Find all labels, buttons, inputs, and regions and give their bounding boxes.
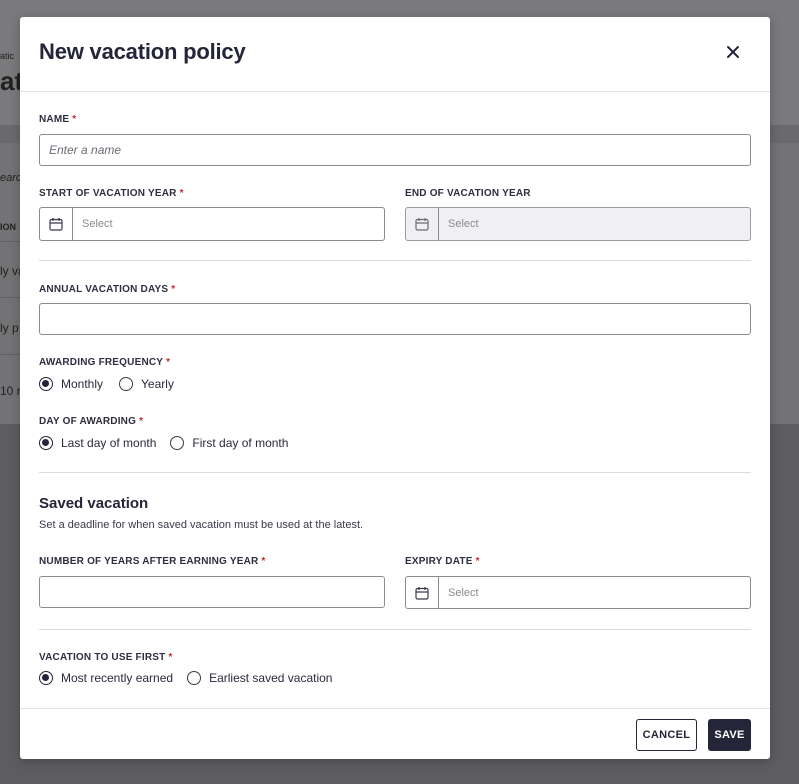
vacation-to-use-first-group: Most recently earned Earliest saved vaca… bbox=[39, 671, 346, 685]
radio-first-day-of-month[interactable]: First day of month bbox=[170, 436, 288, 450]
radio-most-recently-earned[interactable]: Most recently earned bbox=[39, 671, 173, 685]
divider bbox=[39, 629, 751, 630]
background-text: atic bbox=[0, 51, 15, 61]
name-input[interactable] bbox=[40, 135, 750, 165]
awarding-frequency-group: Monthly Yearly bbox=[39, 377, 188, 391]
radio-label: Last day of month bbox=[61, 436, 157, 450]
required-marker: * bbox=[139, 416, 144, 427]
close-button[interactable] bbox=[722, 41, 744, 63]
radio-button[interactable] bbox=[119, 377, 134, 391]
background-divider bbox=[0, 354, 20, 355]
expiry-date-picker[interactable]: Select bbox=[405, 576, 751, 609]
radio-last-day-of-month[interactable]: Last day of month bbox=[39, 436, 156, 450]
radio-label: First day of month bbox=[192, 436, 289, 450]
save-button[interactable]: SAVE bbox=[708, 719, 751, 751]
radio-label: Most recently earned bbox=[61, 671, 174, 685]
saved-vacation-description: Set a deadline for when saved vacation m… bbox=[39, 519, 364, 531]
end-of-vacation-year-picker: Select bbox=[405, 207, 751, 241]
day-of-awarding-group: Last day of month First day of month bbox=[39, 436, 302, 450]
dialog-title: New vacation policy bbox=[39, 39, 246, 64]
years-after-earning-input[interactable] bbox=[40, 577, 384, 607]
required-marker: * bbox=[166, 357, 171, 368]
radio-label: Monthly bbox=[61, 377, 104, 391]
background-text: ly p bbox=[0, 321, 19, 335]
end-of-vacation-year-value: Select bbox=[448, 218, 479, 230]
start-of-vacation-year-label: START OF VACATION YEAR * bbox=[39, 188, 184, 199]
background-divider bbox=[0, 241, 20, 242]
divider bbox=[39, 472, 751, 473]
calendar-icon bbox=[406, 577, 439, 608]
years-after-earning-wrapper bbox=[39, 576, 385, 608]
dialog-header: New vacation policy bbox=[20, 17, 770, 92]
expiry-date-label: EXPIRY DATE * bbox=[405, 556, 480, 567]
annual-vacation-days-input[interactable] bbox=[40, 304, 750, 334]
name-label: NAME * bbox=[39, 114, 77, 125]
dialog-footer: CANCEL SAVE bbox=[20, 708, 770, 760]
new-vacation-policy-dialog: New vacation policy NAME* START OF VACAT… bbox=[20, 17, 770, 759]
expiry-date-value: Select bbox=[448, 586, 479, 599]
day-of-awarding-label: DAY OF AWARDING * bbox=[39, 416, 144, 427]
radio-label: Yearly bbox=[141, 377, 174, 391]
annual-vacation-days-wrapper bbox=[39, 303, 751, 335]
saved-vacation-heading: Saved vacation bbox=[39, 495, 149, 512]
radio-button-checked[interactable] bbox=[39, 377, 53, 391]
required-marker: * bbox=[171, 284, 176, 295]
required-marker: * bbox=[72, 114, 77, 125]
radio-button[interactable] bbox=[187, 671, 202, 685]
cancel-button[interactable]: CANCEL bbox=[636, 719, 697, 751]
calendar-icon bbox=[406, 208, 439, 240]
end-of-vacation-year-label: END OF VACATION YEAR bbox=[405, 188, 531, 199]
radio-button-checked[interactable] bbox=[39, 436, 53, 450]
radio-label: Earliest saved vacation bbox=[209, 671, 333, 685]
required-marker: * bbox=[475, 556, 480, 567]
radio-monthly[interactable]: Monthly bbox=[39, 377, 103, 391]
radio-button-checked[interactable] bbox=[39, 671, 53, 685]
background-text: ION bbox=[0, 222, 17, 232]
annual-vacation-days-label: ANNUAL VACATION DAYS * bbox=[39, 284, 176, 295]
background-text: 10 r bbox=[0, 384, 21, 398]
awarding-frequency-label: AWARDING FREQUENCY * bbox=[39, 357, 171, 368]
close-icon bbox=[727, 46, 739, 58]
radio-button[interactable] bbox=[170, 436, 185, 450]
required-marker: * bbox=[261, 556, 266, 567]
required-marker: * bbox=[179, 188, 184, 199]
vacation-to-use-first-label: VACATION TO USE FIRST * bbox=[39, 652, 173, 663]
calendar-icon bbox=[40, 208, 73, 240]
radio-yearly[interactable]: Yearly bbox=[119, 377, 174, 391]
radio-earliest-saved-vacation[interactable]: Earliest saved vacation bbox=[187, 671, 332, 685]
name-field-wrapper bbox=[39, 134, 751, 166]
background-divider bbox=[0, 297, 20, 298]
start-of-vacation-year-value: Select bbox=[82, 218, 113, 230]
required-marker: * bbox=[168, 652, 173, 663]
years-after-earning-label: NUMBER OF YEARS AFTER EARNING YEAR * bbox=[39, 556, 266, 567]
background-text: earc bbox=[0, 172, 22, 184]
divider bbox=[39, 260, 751, 261]
start-of-vacation-year-picker[interactable]: Select bbox=[39, 207, 385, 241]
